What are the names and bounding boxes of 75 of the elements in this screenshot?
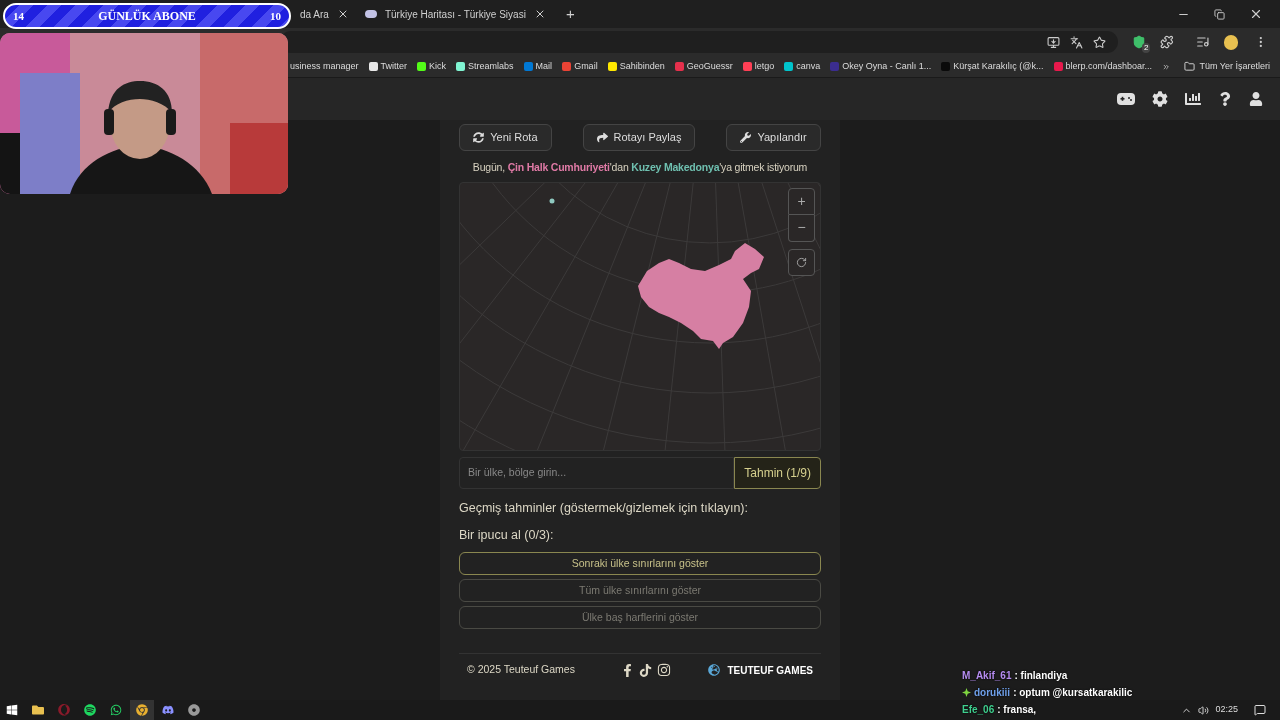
profile-avatar[interactable]	[1223, 34, 1239, 50]
guess-button[interactable]: Tahmin (1/9)	[734, 456, 821, 489]
new-tab-button[interactable]: +	[565, 2, 575, 26]
route-prompt: Bugün, Çin Halk Cumhuriyeti'dan Kuzey Makedonya'ya gitmek istiyorum	[472, 160, 808, 175]
bookmark-item[interactable]: GeoGuessr	[674, 59, 733, 74]
bookmark-item[interactable]: blerp.com/dashboar...	[1053, 59, 1153, 74]
folder-icon	[1184, 61, 1196, 72]
bookmark-item[interactable]: usiness manager	[290, 59, 359, 74]
gamepad-icon[interactable]	[1117, 93, 1135, 105]
discord-icon[interactable]	[162, 704, 174, 716]
notifications-icon[interactable]	[1254, 704, 1266, 716]
bookmark-item[interactable]: Gmail	[562, 59, 598, 74]
wrench-icon	[740, 132, 752, 143]
circle-app-icon[interactable]	[188, 704, 200, 716]
action-button[interactable]: Rotayı Paylaş	[582, 124, 696, 151]
shield-extension-icon[interactable]	[1132, 35, 1147, 49]
bookmark-item[interactable]: Okey Oyna - Canlı 1...	[830, 59, 932, 74]
flag-icon	[364, 10, 377, 18]
extension-badge: 2	[1142, 43, 1151, 53]
location-dot	[549, 198, 555, 204]
help-icon[interactable]	[1218, 92, 1232, 106]
browser-tab[interactable]: Türkiye Haritası - Türkiye Siyasi	[356, 2, 554, 26]
guess-history-toggle[interactable]: Geçmiş tahminler (göstermek/gizlemek için tıklayın):	[459, 498, 821, 518]
file-explorer-icon[interactable]	[32, 704, 44, 716]
bookmark-star-icon[interactable]	[1093, 35, 1107, 49]
guess-input-field[interactable]: Bir ülke, bölge girin...	[459, 456, 735, 489]
instagram-icon[interactable]	[656, 663, 671, 678]
chat-message: dorukiii : optum @kursatkarakilic	[962, 685, 1133, 700]
globe-icon	[708, 664, 721, 677]
brand-name[interactable]: TEUTEUF GAMES	[727, 662, 813, 678]
bookmark-item[interactable]: Twitter	[368, 59, 408, 74]
whatsapp-icon[interactable]	[110, 704, 122, 716]
chat-message: Efe_06 : fransa,	[962, 703, 1038, 717]
hint-button[interactable]: Sonraki ülke sınırlarını göster	[459, 552, 821, 576]
tiktok-icon[interactable]	[638, 663, 652, 677]
install-app-icon[interactable]	[1047, 35, 1061, 49]
bookmark-item[interactable]: Streamlabs	[456, 59, 514, 74]
settings-icon[interactable]	[1152, 91, 1168, 107]
translate-icon[interactable]	[1070, 35, 1084, 49]
goal-title: GÜNLÜK ABONE	[98, 8, 196, 25]
bookmark-item[interactable]: letgo	[742, 59, 775, 74]
refresh-icon	[473, 132, 485, 143]
bookmark-item[interactable]: Mail	[523, 59, 553, 74]
volume-icon[interactable]	[1198, 704, 1210, 716]
start-icon[interactable]	[6, 704, 18, 716]
all-bookmarks-folder[interactable]: Tüm Yer İşaretleri	[1184, 59, 1270, 74]
browser-tab[interactable]: da Ara	[292, 2, 357, 26]
spotify-icon[interactable]	[84, 704, 96, 716]
tab-title: Türkiye Haritası - Türkiye Siyasi	[384, 7, 526, 22]
goal-current: 14	[13, 8, 24, 24]
bookmark-item[interactable]: canva	[784, 59, 821, 74]
bookmark-item[interactable]: Kick	[417, 59, 447, 74]
action-button[interactable]: Yeni Rota	[459, 124, 552, 151]
zoom-in-button[interactable]: +	[788, 187, 815, 215]
taskbar-app-button[interactable]	[130, 700, 154, 720]
hints-title: Bir ipucu al (0/3):	[459, 526, 555, 544]
tab-title: da Ara	[300, 7, 329, 22]
share-arrow-icon	[596, 132, 608, 143]
bookmark-item[interactable]: Sahibinden	[607, 59, 665, 74]
media-control-icon[interactable]	[1196, 35, 1210, 49]
reset-icon	[796, 256, 807, 268]
goal-target: 10	[270, 8, 281, 24]
reset-view-button[interactable]	[788, 248, 815, 276]
restore-icon[interactable]	[1214, 8, 1225, 20]
user-icon[interactable]	[1249, 92, 1263, 106]
chat-message: M_Akif_61 : finlandiya	[962, 669, 1069, 683]
clock-time[interactable]: 02:25	[1215, 703, 1238, 717]
bookmark-item[interactable]: Kürşat Karakılıç (@k...	[941, 59, 1044, 74]
zoom-out-button[interactable]: −	[788, 214, 815, 242]
close-icon[interactable]	[1249, 7, 1263, 21]
chrome-icon	[136, 704, 148, 716]
copyright-text: © 2025 Teuteuf Games	[467, 662, 575, 678]
stats-icon[interactable]	[1185, 91, 1201, 107]
action-button[interactable]: Yapılandır	[726, 124, 821, 151]
extensions-icon[interactable]	[1160, 35, 1175, 49]
